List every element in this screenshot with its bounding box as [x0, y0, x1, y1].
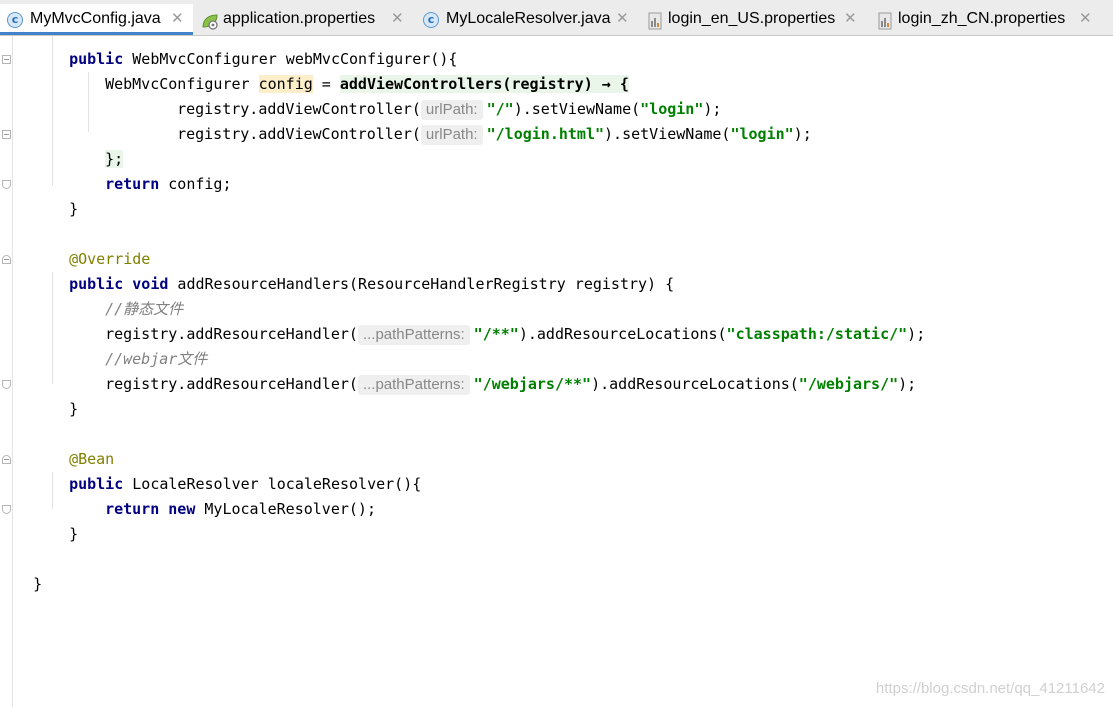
code-line: @Override: [69, 250, 151, 268]
code-line: public void addResourceHandlers(Resource…: [69, 275, 675, 293]
code-line: return new MyLocaleResolver();: [105, 500, 376, 518]
fold-start-icon[interactable]: [2, 455, 11, 464]
tab-login-zh-cn[interactable]: login_zh_CN.properties ✕: [874, 4, 1102, 35]
tab-login-en-us[interactable]: login_en_US.properties ✕: [644, 4, 872, 35]
code-line: //webjar文件: [105, 350, 208, 368]
parameter-hint: ...pathPatterns:: [357, 375, 470, 395]
editor-tab-bar: c MyMvcConfig.java ✕ application.propert…: [0, 0, 1113, 36]
code-line: }: [69, 200, 79, 218]
editor-gutter: [12, 36, 13, 707]
tab-mylocaleresolver[interactable]: c MyLocaleResolver.java ✕: [417, 4, 642, 35]
java-class-icon: c: [423, 12, 439, 28]
parameter-hint: ...pathPatterns:: [357, 325, 470, 345]
spring-leaf-icon: [202, 14, 218, 30]
code-line: registry.addResourceHandler(...pathPatte…: [105, 325, 926, 345]
parameter-hint: urlPath:: [420, 125, 483, 145]
tab-label: login_zh_CN.properties: [898, 10, 1066, 27]
code-line: return config;: [105, 175, 232, 193]
code-line: }: [69, 525, 79, 543]
fold-start-icon[interactable]: [2, 255, 11, 264]
tab-label: application.properties: [223, 10, 376, 27]
fold-end-icon[interactable]: [2, 505, 11, 514]
close-icon[interactable]: ✕: [391, 9, 404, 27]
close-icon[interactable]: ✕: [171, 9, 184, 27]
code-line: registry.addResourceHandler(...pathPatte…: [105, 375, 917, 395]
fold-toggle-icon[interactable]: [2, 130, 11, 139]
watermark: https://blog.csdn.net/qq_41211642: [875, 680, 1105, 697]
close-icon[interactable]: ✕: [616, 9, 629, 27]
close-icon[interactable]: ✕: [1079, 9, 1092, 27]
tab-label: MyMvcConfig.java: [30, 10, 161, 27]
code-line: }: [69, 400, 79, 418]
tab-mymvcconfig[interactable]: c MyMvcConfig.java ✕: [0, 4, 193, 35]
java-class-icon: c: [7, 12, 23, 28]
close-icon[interactable]: ✕: [844, 9, 857, 27]
code-line: @Bean: [69, 450, 115, 468]
fold-end-icon[interactable]: [2, 180, 11, 189]
editor-right-margin: [1105, 36, 1113, 707]
fold-toggle-icon[interactable]: [2, 55, 11, 64]
tab-label: login_en_US.properties: [668, 10, 836, 27]
code-line: }: [33, 575, 43, 593]
properties-file-icon: [648, 12, 662, 30]
tab-label: MyLocaleResolver.java: [446, 10, 611, 27]
tab-application-properties[interactable]: application.properties ✕: [196, 4, 414, 35]
code-line: };: [105, 150, 124, 168]
code-line: registry.addViewController(urlPath: "/").…: [177, 100, 722, 120]
fold-end-icon[interactable]: [2, 380, 11, 389]
properties-file-icon: [878, 12, 892, 30]
code-line: //静态文件: [105, 300, 184, 318]
code-line: WebMvcConfigurer config = addViewControl…: [105, 75, 629, 93]
code-line: registry.addViewController(urlPath: "/log…: [177, 125, 812, 145]
code-line: public LocaleResolver localeResolver(){: [69, 475, 422, 493]
